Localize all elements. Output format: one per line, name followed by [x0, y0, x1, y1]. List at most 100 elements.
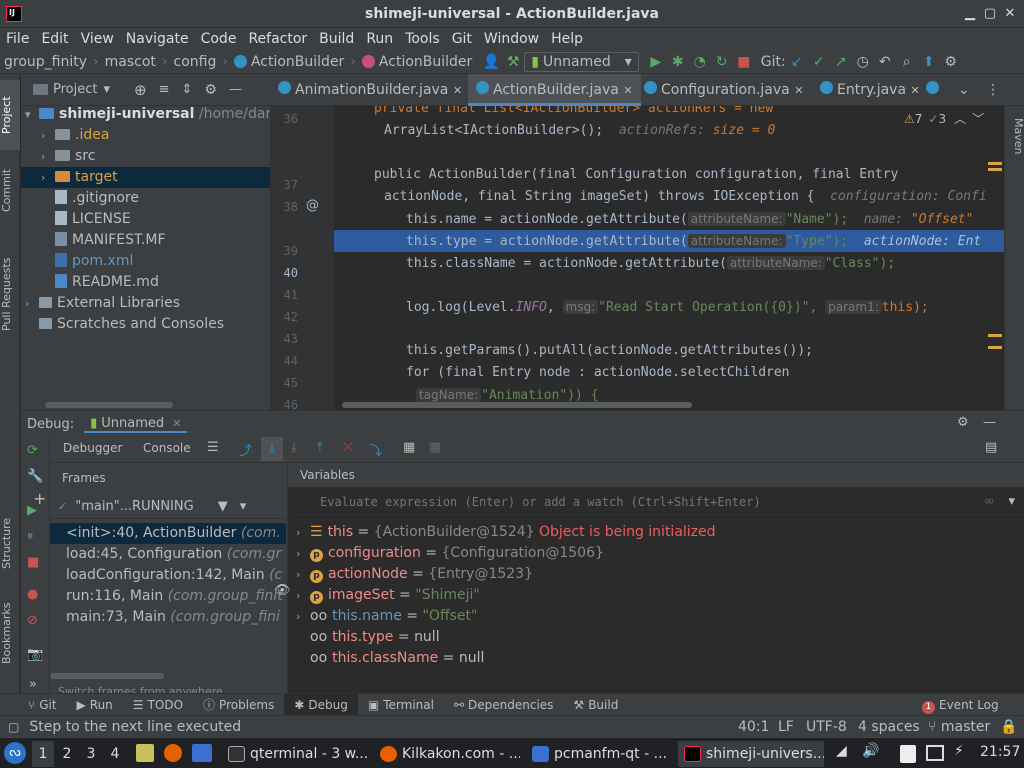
hide-icon[interactable]: — [983, 415, 996, 430]
run-icon[interactable]: ▶ [645, 54, 667, 70]
menu-refactor[interactable]: Refactor [242, 28, 313, 50]
menu-build[interactable]: Build [313, 28, 360, 50]
code-view[interactable]: private final List<IActionBuilder> actio… [334, 106, 1024, 410]
evaluate-expression-input[interactable] [290, 494, 984, 509]
menu-git[interactable]: Git [446, 28, 478, 50]
workspace-1[interactable]: 1 [32, 741, 54, 767]
display-icon[interactable] [926, 745, 944, 761]
glasses-icon[interactable]: ∞ [984, 494, 995, 509]
menu-view[interactable]: View [75, 28, 120, 50]
bottom-tab-run[interactable]: ▶ Run [67, 694, 123, 716]
filter-icon[interactable]: ▼ [218, 499, 228, 514]
menu-code[interactable]: Code [195, 28, 243, 50]
more-icon[interactable]: » [29, 677, 37, 692]
close-tab-icon[interactable]: ✕ [453, 84, 462, 97]
tool-tab-commit[interactable]: Commit [0, 160, 20, 220]
taskbar-qterminal[interactable]: qterminal - 3 w... [222, 741, 368, 767]
workspace-4[interactable]: 4 [104, 741, 126, 767]
indent-setting[interactable]: 4 spaces [858, 719, 920, 735]
horizontal-scrollbar[interactable] [45, 402, 173, 408]
variable-row[interactable]: oo this.type = null [296, 627, 440, 648]
mute-breakpoints-icon[interactable]: ⊘ [27, 613, 38, 628]
step-out-icon[interactable]: ⤒ [317, 440, 323, 455]
menu-navigate[interactable]: Navigate [120, 28, 195, 50]
tab-console[interactable]: Console [143, 441, 191, 455]
gear-icon[interactable]: ⚙ [204, 82, 217, 98]
menu-edit[interactable]: Edit [35, 28, 74, 50]
chevron-down-icon[interactable]: ﹀ [972, 110, 984, 127]
coverage-icon[interactable]: ◔ [689, 54, 711, 70]
build-hammer-icon[interactable]: ⚒ [502, 54, 524, 70]
caret-position[interactable]: 40:1 [738, 719, 769, 735]
tree-item-external-libraries[interactable]: › External Libraries [21, 293, 270, 314]
tool-tab-pull-requests[interactable]: Pull Requests [0, 244, 20, 344]
annotation-at-icon[interactable]: @ [306, 198, 319, 213]
git-update-icon[interactable]: ↙ [786, 54, 808, 70]
close-tab-icon[interactable]: ✕ [911, 84, 920, 97]
error-stripe-mark[interactable] [988, 162, 1002, 165]
tree-item-license[interactable]: LICENSE [21, 209, 270, 230]
stop-icon[interactable]: ■ [27, 555, 39, 570]
collapse-icon[interactable]: ≡ [159, 82, 170, 97]
editor-horizontal-scrollbar[interactable] [342, 402, 692, 408]
variable-row[interactable]: › p imageSet = "Shimeji" [296, 585, 480, 606]
tool-tab-bookmarks[interactable]: Bookmarks [0, 598, 20, 668]
tree-item-manifest[interactable]: MANIFEST.MF [21, 230, 270, 251]
tab-overflow[interactable] [922, 74, 947, 106]
thread-select[interactable]: ✓ "main"...RUNNING ▼ ▾ [50, 495, 286, 519]
taskbar-intellij[interactable]: shimeji-univers... [678, 741, 824, 767]
tray-expand-icon[interactable]: ◢ [836, 743, 847, 759]
frame-item[interactable]: <init>:40, ActionBuilder (com. [50, 523, 286, 544]
minimize-icon[interactable]: ▁ [960, 4, 980, 24]
tree-item-gitignore[interactable]: .gitignore [21, 188, 270, 209]
tab-entry[interactable]: Entry.java ✕ [812, 74, 928, 106]
chevron-down-icon[interactable]: ▾ [103, 82, 110, 97]
desktop-launcher-icon[interactable] [192, 744, 212, 762]
run-config-select[interactable]: ▮ Unnamed ▾ [524, 51, 639, 72]
search-icon[interactable]: ⌕ [896, 54, 918, 70]
rollback-icon[interactable]: ↶ [874, 54, 896, 70]
wrench-icon[interactable]: 🔧 [27, 469, 43, 484]
breadcrumb-class[interactable]: ActionBuilder [230, 54, 348, 70]
bottom-tab-terminal[interactable]: ▣ Terminal [358, 694, 444, 716]
variable-row[interactable]: › p configuration = {Configuration@1506} [296, 543, 604, 564]
expand-icon[interactable]: ⇕ [182, 82, 193, 97]
line-separator[interactable]: LF [778, 719, 794, 735]
menu-tools[interactable]: Tools [399, 28, 446, 50]
breadcrumb-mascot[interactable]: mascot [101, 54, 160, 70]
variable-row[interactable]: oo this.className = null [296, 648, 484, 669]
frames-scrollbar[interactable] [50, 673, 164, 679]
update-icon[interactable]: ⬆ [918, 54, 940, 70]
taskbar-firefox[interactable]: Kilkakon.com - ... [374, 741, 520, 767]
file-manager-launcher-icon[interactable] [136, 744, 154, 762]
stop-icon[interactable]: ■ [733, 54, 755, 70]
user-icon[interactable]: 👤 [480, 54, 502, 70]
error-stripe-mark[interactable] [988, 346, 1002, 349]
camera-icon[interactable]: 📷 [27, 647, 43, 662]
frame-item[interactable]: load:45, Configuration (com.gr [50, 544, 286, 565]
run-to-cursor-icon[interactable]: ⤵ [369, 440, 382, 459]
inspection-widget[interactable]: ⚠ 7 ✓ 3 ︿ ﹀ [902, 110, 987, 127]
git-branch-status[interactable]: ⑂ master [928, 719, 990, 735]
network-icon[interactable]: ⚡ [954, 743, 964, 759]
close-icon[interactable]: ✕ [1000, 4, 1020, 24]
layout-icon[interactable]: ☰ [207, 440, 219, 455]
add-watch-icon[interactable]: + [33, 489, 53, 508]
maximize-icon[interactable]: ▢ [980, 4, 1000, 24]
tool-tab-structure[interactable]: Structure [0, 508, 20, 578]
git-push-icon[interactable]: ↗ [830, 54, 852, 70]
breadcrumb-constructor[interactable]: ActionBuilder [358, 54, 476, 70]
rerun-icon[interactable]: ⟳ [27, 443, 38, 458]
menu-help[interactable]: Help [545, 28, 589, 50]
git-commit-icon[interactable]: ✓ [808, 54, 830, 70]
workspace-2[interactable]: 2 [56, 741, 78, 767]
clock[interactable]: 21:57 [980, 744, 1020, 760]
chevron-down-icon[interactable]: ⌄ [954, 74, 974, 106]
history-icon[interactable]: ◷ [852, 54, 874, 70]
frame-item[interactable]: loadConfiguration:142, Main (c [50, 565, 286, 586]
settings-gear-icon[interactable]: ⚙ [940, 54, 962, 70]
tree-item-target[interactable]: › target [21, 167, 270, 188]
tree-item-src[interactable]: › src [21, 146, 270, 167]
tab-configuration[interactable]: Configuration.java ✕ [636, 74, 811, 106]
frame-item[interactable]: run:116, Main (com.group_finit [50, 586, 286, 607]
